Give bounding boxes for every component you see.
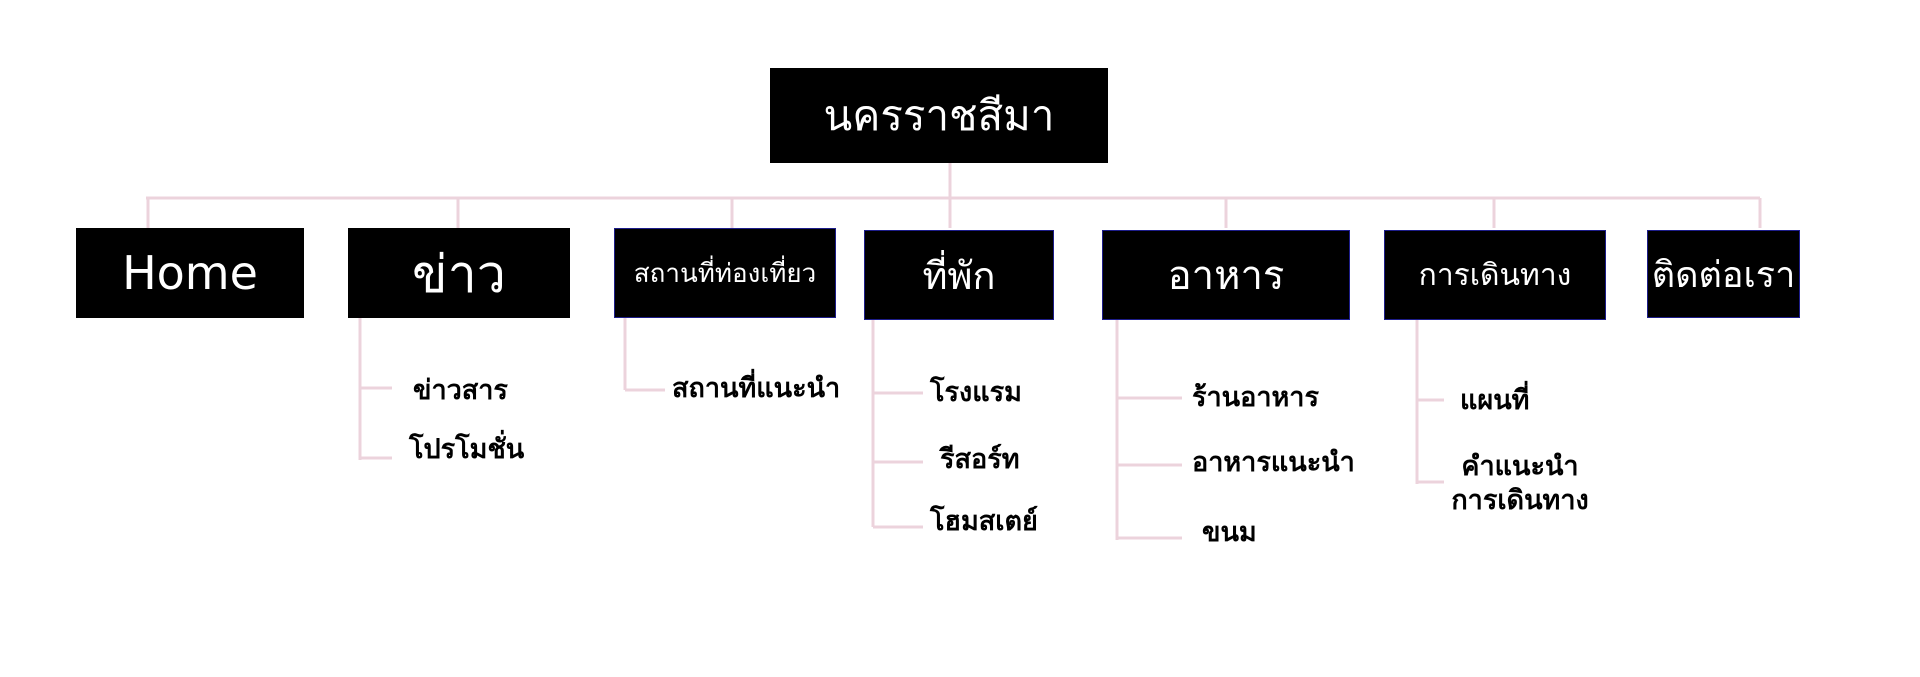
menu-item-label: ข่าว <box>412 244 506 305</box>
menu-item-food[interactable]: อาหาร <box>1102 230 1350 320</box>
menu-item-label: ติดต่อเรา <box>1651 254 1796 296</box>
menu-item-lodging[interactable]: ที่พัก <box>864 230 1054 320</box>
menu-item-travel[interactable]: การเดินทาง <box>1384 230 1606 320</box>
root-label: นครราชสีมา <box>823 90 1055 140</box>
submenu-item-travel-tips[interactable]: คำแนะนำ การเดินทาง <box>1440 450 1600 518</box>
submenu-item-promotion[interactable]: โปรโมชั่น <box>409 433 524 467</box>
menu-item-home[interactable]: Home <box>76 228 304 318</box>
submenu-item-resort[interactable]: รีสอร์ท <box>940 443 1020 477</box>
submenu-item-news-bulletin[interactable]: ข่าวสาร <box>413 374 508 408</box>
submenu-item-recommended-places[interactable]: สถานที่แนะนำ <box>672 372 840 406</box>
submenu-item-homestay[interactable]: โฮมสเตย์ <box>930 505 1038 539</box>
menu-item-label: ที่พัก <box>922 253 996 298</box>
menu-item-label: การเดินทาง <box>1418 257 1572 293</box>
menu-item-label: อาหาร <box>1167 253 1285 299</box>
submenu-item-restaurant[interactable]: ร้านอาหาร <box>1192 381 1319 415</box>
submenu-item-map[interactable]: แผนที่ <box>1460 384 1529 418</box>
menu-item-label: Home <box>122 246 258 300</box>
menu-item-label: สถานที่ท่องเที่ยว <box>633 258 817 289</box>
submenu-item-hotel[interactable]: โรงแรม <box>930 376 1022 410</box>
menu-item-contact[interactable]: ติดต่อเรา <box>1647 230 1800 318</box>
menu-item-news[interactable]: ข่าว <box>348 228 570 318</box>
root-node[interactable]: นครราชสีมา <box>770 68 1108 163</box>
submenu-item-recommended-food[interactable]: อาหารแนะนำ <box>1192 446 1355 480</box>
submenu-item-dessert[interactable]: ขนม <box>1202 516 1257 550</box>
menu-item-attractions[interactable]: สถานที่ท่องเที่ยว <box>614 228 836 318</box>
